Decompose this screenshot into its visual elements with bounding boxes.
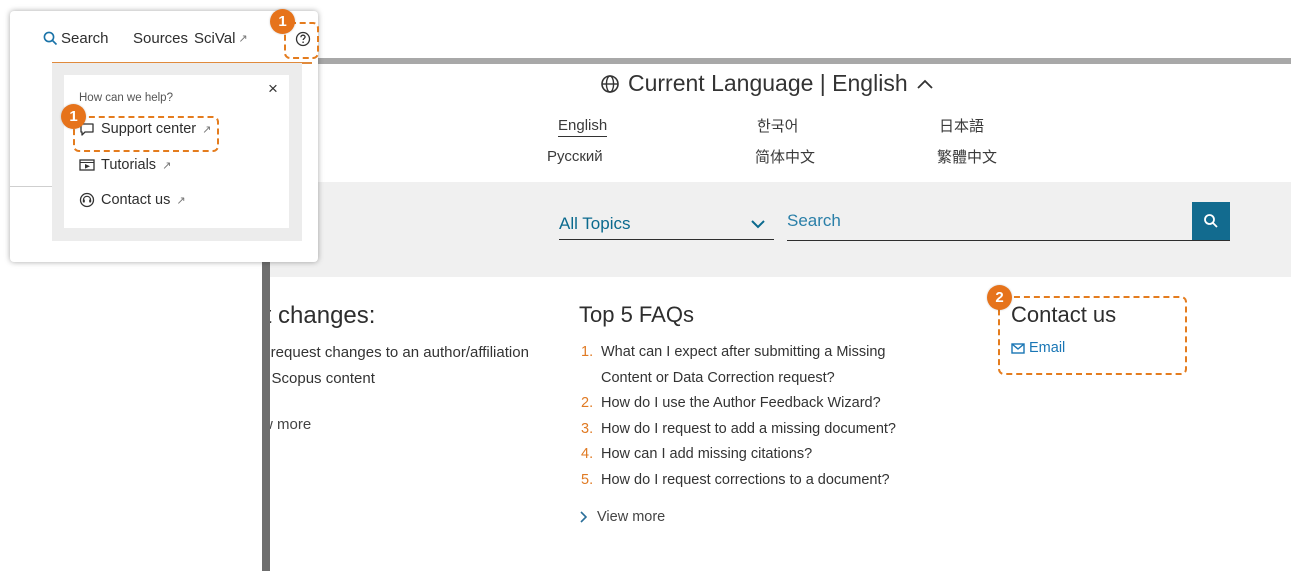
faq-view-more-link[interactable]: View more	[579, 509, 979, 525]
contact-headset-icon	[79, 192, 95, 208]
request-changes-description: to request changes to an author/affiliat…	[270, 340, 570, 392]
faq-item: 2. How do I use the Author Feedback Wiza…	[579, 391, 979, 417]
contact-us-link[interactable]: Contact us ↗	[79, 192, 186, 208]
annotation-badge-1: 1	[270, 9, 295, 34]
close-icon[interactable]: ×	[268, 79, 278, 99]
current-language-label: Current Language | English	[628, 70, 908, 96]
request-changes-desc-line2: or Scopus content	[270, 370, 375, 387]
faq-question-link[interactable]: How do I request corrections to a docume…	[601, 468, 890, 494]
tutorials-label: Tutorials	[101, 157, 157, 173]
support-center-highlight-box	[73, 116, 219, 152]
request-changes-title: uest changes:	[270, 302, 376, 329]
faq-number: 4.	[581, 446, 594, 462]
search-band: All Topics	[270, 182, 1291, 277]
video-player-icon	[79, 159, 95, 171]
search-input[interactable]	[787, 211, 1182, 231]
language-option-russian[interactable]: Русский	[547, 148, 603, 165]
faq-number: 2.	[581, 395, 594, 411]
faq-question-line1: What can I expect after submitting a Mis…	[601, 344, 886, 360]
chevron-down-icon	[751, 220, 765, 229]
search-icon	[43, 31, 58, 46]
language-toggle[interactable]: Current Language | English	[600, 70, 934, 97]
chevron-up-icon	[916, 79, 933, 89]
search-icon	[1204, 214, 1218, 228]
nav-sources-label: Sources	[133, 30, 189, 47]
external-link-icon: ↗	[162, 159, 172, 172]
search-field	[787, 202, 1230, 241]
language-option-traditional-chinese[interactable]: 繁體中文	[937, 146, 997, 167]
language-option-simplified-chinese[interactable]: 简体中文	[755, 146, 815, 167]
tutorials-link[interactable]: Tutorials ↗	[79, 157, 171, 173]
language-selector-header: Current Language | English English 한국어 日…	[270, 64, 1291, 182]
language-option-english[interactable]: English	[558, 117, 608, 137]
external-link-icon: ↗	[176, 194, 186, 207]
topics-dropdown-label: All Topics	[559, 214, 631, 233]
chevron-right-icon	[580, 511, 587, 523]
language-option-japanese[interactable]: 日本語	[939, 115, 984, 136]
nav-scival-link[interactable]: SciVal ↗	[194, 30, 248, 47]
request-changes-section: uest changes: to request changes to an a…	[270, 302, 570, 433]
faq-question-link[interactable]: How do I request to add a missing docume…	[601, 417, 896, 443]
request-changes-view-more-link[interactable]: w more	[270, 416, 570, 433]
faq-number: 5.	[581, 471, 594, 488]
topics-dropdown[interactable]: All Topics	[559, 209, 774, 240]
nav-search-link[interactable]: Search	[43, 30, 109, 47]
top-faqs-section: Top 5 FAQs 1. What can I expect after su…	[579, 302, 979, 525]
faq-question-line2: Content or Data Correction request?	[601, 369, 835, 386]
faq-list: 1. What can I expect after submitting a …	[579, 340, 979, 493]
faq-number: 1.	[581, 344, 594, 360]
nav-sources-link[interactable]: Sources	[133, 30, 188, 47]
faq-item: 4. How can I add missing citations?	[579, 442, 979, 468]
help-heading: How can we help?	[79, 92, 173, 104]
external-link-icon: ↗	[238, 33, 248, 45]
nav-scival-label: SciVal	[194, 30, 236, 47]
faq-title: Top 5 FAQs	[579, 302, 694, 327]
nav-search-label: Search	[61, 30, 109, 47]
faq-question-link[interactable]: How do I use the Author Feedback Wizard?	[601, 391, 881, 417]
faq-number: 3.	[581, 420, 594, 437]
faq-view-more-label: View more	[597, 509, 666, 525]
faq-question-link[interactable]: What can I expect after submitting a Mis…	[601, 340, 886, 391]
annotation-badge-1: 1	[61, 104, 86, 129]
language-option-korean[interactable]: 한국어	[757, 115, 798, 136]
divider	[10, 186, 52, 187]
search-button[interactable]	[1192, 202, 1230, 240]
faq-item: 1. What can I expect after submitting a …	[579, 340, 979, 391]
contact-us-label: Contact us	[101, 192, 171, 208]
globe-icon	[601, 74, 619, 93]
annotation-badge-2: 2	[987, 285, 1012, 310]
contact-us-highlight-box	[998, 296, 1187, 375]
faq-item: 5. How do I request corrections to a doc…	[579, 468, 979, 494]
request-changes-desc-line1: to request changes to an author/affiliat…	[270, 344, 529, 361]
faq-item: 3. How do I request to add a missing doc…	[579, 417, 979, 443]
faq-question-link[interactable]: How can I add missing citations?	[601, 442, 812, 468]
